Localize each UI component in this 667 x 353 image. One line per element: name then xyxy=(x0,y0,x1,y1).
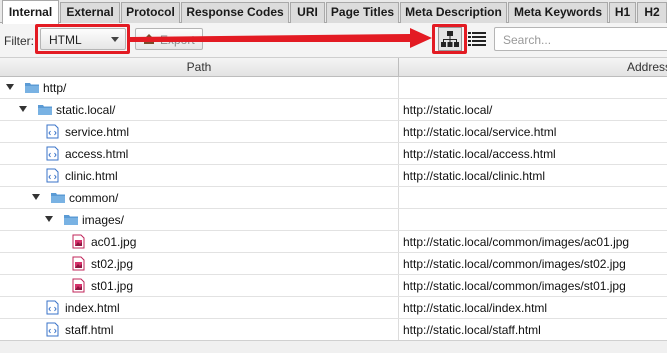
path-name: service.html xyxy=(65,125,130,139)
tab-meta-description[interactable]: Meta Description xyxy=(400,2,507,23)
path-name: ac01.jpg xyxy=(91,235,137,249)
tab-response-codes[interactable]: Response Codes xyxy=(181,2,289,23)
path-name: clinic.html xyxy=(65,169,118,183)
image-file-icon xyxy=(72,234,85,252)
tab-uri[interactable]: URI xyxy=(290,2,325,23)
path-cell: access.html xyxy=(0,143,399,164)
table-row[interactable]: staff.html http://static.local/staff.html xyxy=(0,319,667,340)
table-header: Path Address xyxy=(0,57,667,77)
path-cell: st02.jpg xyxy=(0,253,399,274)
column-header-address[interactable]: Address xyxy=(399,58,667,77)
path-cell: st01.jpg xyxy=(0,275,399,296)
folder-icon xyxy=(37,102,53,119)
html-file-icon xyxy=(46,124,59,142)
list-view-button[interactable] xyxy=(466,27,490,51)
path-name: common/ xyxy=(69,191,119,205)
expand-toggle-icon[interactable] xyxy=(19,106,27,112)
address-cell: http://static.local/ xyxy=(403,103,493,117)
export-label: Export xyxy=(160,33,195,47)
url-tree-table: Path Address http/static.local/http://st… xyxy=(0,57,667,340)
tab-internal[interactable]: Internal xyxy=(2,0,59,24)
path-name: st02.jpg xyxy=(91,257,134,271)
address-cell: http://static.local/access.html xyxy=(403,147,556,161)
tab-page-titles[interactable]: Page Titles xyxy=(326,2,399,23)
path-name: images/ xyxy=(82,213,125,227)
html-file-icon xyxy=(46,146,59,164)
path-cell: service.html xyxy=(0,121,399,142)
address-cell: http://static.local/common/images/ac01.j… xyxy=(403,235,630,249)
folder-icon xyxy=(50,190,66,207)
table-row[interactable]: index.html http://static.local/index.html xyxy=(0,297,667,319)
expand-toggle-icon[interactable] xyxy=(45,216,53,222)
path-name: index.html xyxy=(65,301,120,315)
folder-icon xyxy=(63,212,79,229)
path-name: http/ xyxy=(43,81,67,95)
table-row[interactable]: static.local/http://static.local/ xyxy=(0,99,667,121)
export-icon xyxy=(144,34,154,44)
path-name: access.html xyxy=(65,147,129,161)
address-cell: http://static.local/index.html xyxy=(403,301,548,315)
table-body: http/static.local/http://static.local/se… xyxy=(0,77,667,340)
image-file-icon xyxy=(72,256,85,274)
folder-icon xyxy=(24,80,40,97)
table-row[interactable]: common/ xyxy=(0,187,667,209)
address-cell: http://static.local/common/images/st02.j… xyxy=(403,257,626,271)
expand-toggle-icon[interactable] xyxy=(6,84,14,90)
path-name: static.local/ xyxy=(56,103,116,117)
filter-label: Filter: xyxy=(4,34,34,48)
address-cell: http://static.local/staff.html xyxy=(403,323,541,337)
expand-toggle-icon[interactable] xyxy=(32,194,40,200)
path-name: staff.html xyxy=(65,323,114,337)
path-cell: common/ xyxy=(0,187,399,208)
table-row[interactable]: clinic.html http://static.local/clinic.ht… xyxy=(0,165,667,187)
filter-toolbar: Filter: HTML Export Search... xyxy=(0,23,667,57)
tab-bar: Internal External Protocol Response Code… xyxy=(0,0,667,24)
tab-external[interactable]: External xyxy=(60,2,120,23)
address-cell: http://static.local/common/images/st01.j… xyxy=(403,279,626,293)
path-cell: ac01.jpg xyxy=(0,231,399,252)
html-file-icon xyxy=(46,168,59,186)
status-strip xyxy=(0,340,667,353)
table-row[interactable]: ac01.jpg http://static.local/common/image… xyxy=(0,231,667,253)
export-button[interactable]: Export xyxy=(135,28,203,50)
path-cell: static.local/ xyxy=(0,99,399,120)
address-cell: http://static.local/clinic.html xyxy=(403,169,546,183)
path-cell: staff.html xyxy=(0,319,399,340)
tab-meta-keywords[interactable]: Meta Keywords xyxy=(508,2,608,23)
table-row[interactable]: st02.jpg http://static.local/common/image… xyxy=(0,253,667,275)
tab-h1[interactable]: H1 xyxy=(609,2,636,23)
highlight-box-filter xyxy=(35,24,130,54)
table-row[interactable]: access.html http://static.local/access.ht… xyxy=(0,143,667,165)
table-row[interactable]: st01.jpg http://static.local/common/image… xyxy=(0,275,667,297)
highlight-box-tree-view xyxy=(432,24,467,54)
image-file-icon xyxy=(72,278,85,296)
column-header-path[interactable]: Path xyxy=(0,58,399,77)
html-file-icon xyxy=(46,322,59,340)
tab-protocol[interactable]: Protocol xyxy=(121,2,180,23)
table-row[interactable]: images/ xyxy=(0,209,667,231)
search-input[interactable]: Search... xyxy=(494,27,667,51)
search-placeholder: Search... xyxy=(503,33,552,47)
list-icon xyxy=(468,32,486,46)
address-cell: http://static.local/service.html xyxy=(403,125,557,139)
table-row[interactable]: http/ xyxy=(0,77,667,99)
tab-h2[interactable]: H2 xyxy=(637,2,667,23)
path-cell: http/ xyxy=(0,77,399,98)
path-cell: images/ xyxy=(0,209,399,230)
path-name: st01.jpg xyxy=(91,279,134,293)
table-row[interactable]: service.html http://static.local/service.… xyxy=(0,121,667,143)
html-file-icon xyxy=(46,300,59,318)
path-cell: index.html xyxy=(0,297,399,318)
path-cell: clinic.html xyxy=(0,165,399,186)
